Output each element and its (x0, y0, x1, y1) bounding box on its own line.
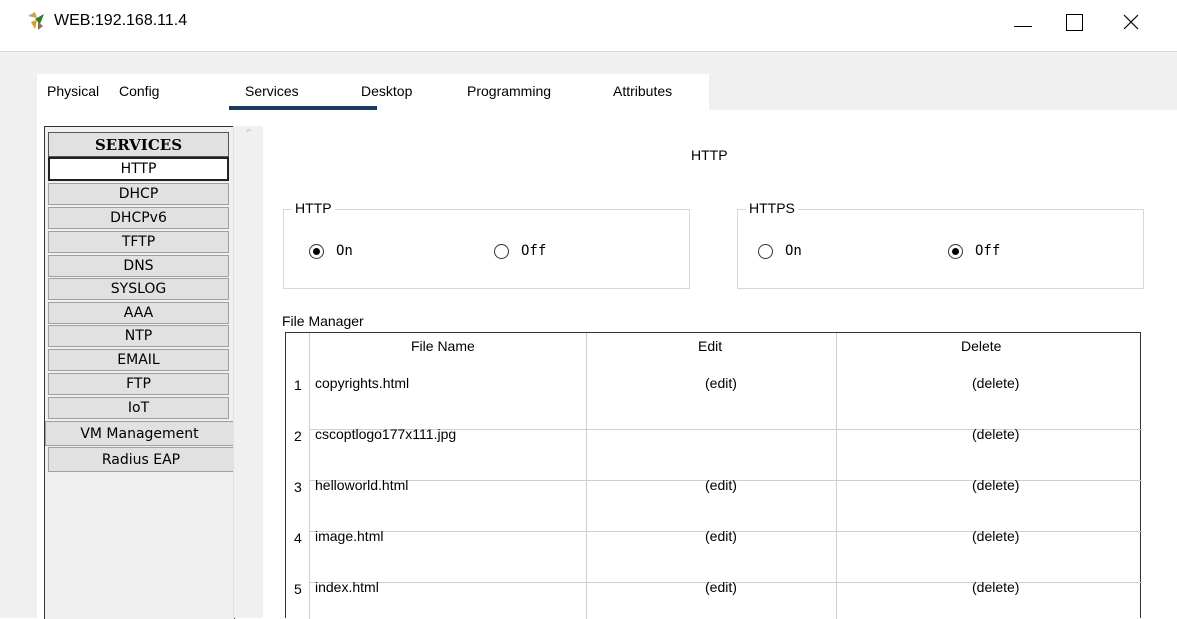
window-title: WEB:192.168.11.4 (54, 12, 188, 29)
file-manager-table: File Name Edit Delete 1 copyrights.html … (285, 332, 1142, 619)
column-divider (836, 333, 837, 619)
file-name: index.html (315, 579, 379, 595)
close-button[interactable] (1108, 0, 1154, 44)
file-name: copyrights.html (315, 375, 410, 391)
radio-checked-icon (309, 243, 324, 259)
sidebar-item-ftp[interactable]: FTP (48, 373, 229, 395)
maximize-icon (1065, 13, 1083, 31)
panel-title: HTTP (691, 147, 728, 163)
sidebar-item-dhcpv6[interactable]: DHCPv6 (48, 207, 229, 229)
sidebar-item-http[interactable]: HTTP (48, 157, 229, 181)
delete-link[interactable]: (delete) (972, 426, 1019, 442)
http-group-label: HTTP (292, 200, 335, 216)
sidebar-item-ntp[interactable]: NTP (48, 325, 229, 347)
sidebar-item-radius-eap[interactable]: Radius EAP (48, 447, 234, 472)
column-divider (586, 333, 587, 619)
delete-link[interactable]: (delete) (972, 528, 1019, 544)
tab-programming[interactable]: Programming (467, 83, 551, 99)
sidebar-scrollbar[interactable]: ⌃ (233, 126, 263, 618)
sidebar-item-dns[interactable]: DNS (48, 255, 229, 277)
radio-checked-icon (948, 243, 963, 259)
radio-unchecked-icon (758, 243, 773, 259)
file-name: cscoptlogo177x111.jpg (315, 426, 457, 442)
https-on-radio[interactable]: On (758, 243, 802, 259)
row-number: 4 (294, 530, 302, 546)
sidebar-item-syslog[interactable]: SYSLOG (48, 278, 229, 300)
http-off-radio[interactable]: Off (494, 243, 546, 259)
edit-link[interactable]: (edit) (705, 579, 737, 595)
radio-unchecked-icon (494, 243, 509, 259)
main-area: Physical Config Services Desktop Program… (0, 51, 1177, 619)
row-number: 2 (294, 428, 302, 444)
edit-link[interactable]: (edit) (705, 375, 737, 391)
maximize-button[interactable] (1051, 0, 1097, 44)
row-number: 5 (294, 581, 302, 597)
row-number: 1 (294, 377, 302, 393)
column-divider (309, 333, 310, 619)
sidebar-item-vm-management[interactable]: VM Management (45, 421, 234, 446)
file-name: helloworld.html (315, 477, 409, 493)
tab-config[interactable]: Config (119, 83, 159, 99)
https-group: HTTPS On Off (737, 200, 1144, 289)
file-manager-label: File Manager (282, 313, 364, 329)
edit-link[interactable]: (edit) (705, 477, 737, 493)
https-on-label: On (785, 243, 802, 259)
minimize-icon (1014, 25, 1032, 27)
sidebar-item-iot[interactable]: IoT (48, 397, 229, 419)
sidebar-item-email[interactable]: EMAIL (48, 349, 229, 371)
http-on-label: On (336, 243, 353, 259)
services-header: SERVICES (48, 132, 229, 157)
http-off-label: Off (521, 243, 547, 259)
edit-link[interactable]: (edit) (705, 528, 737, 544)
scroll-up-arrow-icon[interactable]: ⌃ (234, 126, 263, 142)
services-sidebar: SERVICES HTTP DHCP DHCPv6 TFTP DNS SYSLO… (44, 126, 235, 619)
sidebar-item-dhcp[interactable]: DHCP (48, 183, 229, 205)
sidebar-item-tftp[interactable]: TFTP (48, 231, 229, 253)
column-header-file-name: File Name (411, 338, 475, 354)
minimize-button[interactable] (1000, 0, 1046, 44)
delete-link[interactable]: (delete) (972, 477, 1019, 493)
column-header-edit: Edit (698, 338, 723, 354)
file-name: image.html (315, 528, 384, 544)
sidebar-item-aaa[interactable]: AAA (48, 302, 229, 324)
row-number: 3 (294, 479, 302, 495)
http-group: HTTP On Off (283, 200, 690, 289)
delete-link[interactable]: (delete) (972, 579, 1019, 595)
close-icon (1123, 14, 1139, 30)
delete-link[interactable]: (delete) (972, 375, 1019, 391)
services-content: SERVICES HTTP DHCP DHCPv6 TFTP DNS SYSLO… (37, 110, 1177, 619)
http-on-radio[interactable]: On (309, 243, 353, 259)
tab-attributes[interactable]: Attributes (613, 83, 672, 99)
https-group-label: HTTPS (746, 200, 798, 216)
https-off-label: Off (975, 243, 1001, 259)
title-bar: WEB:192.168.11.4 (0, 0, 1177, 44)
tab-desktop[interactable]: Desktop (361, 83, 412, 99)
column-header-delete: Delete (961, 338, 1002, 354)
server-icon (26, 10, 48, 32)
https-off-radio[interactable]: Off (948, 243, 1000, 259)
tab-physical[interactable]: Physical (47, 83, 99, 99)
tab-services[interactable]: Services (245, 83, 299, 99)
tab-bar: Physical Config Services Desktop Program… (37, 74, 709, 110)
